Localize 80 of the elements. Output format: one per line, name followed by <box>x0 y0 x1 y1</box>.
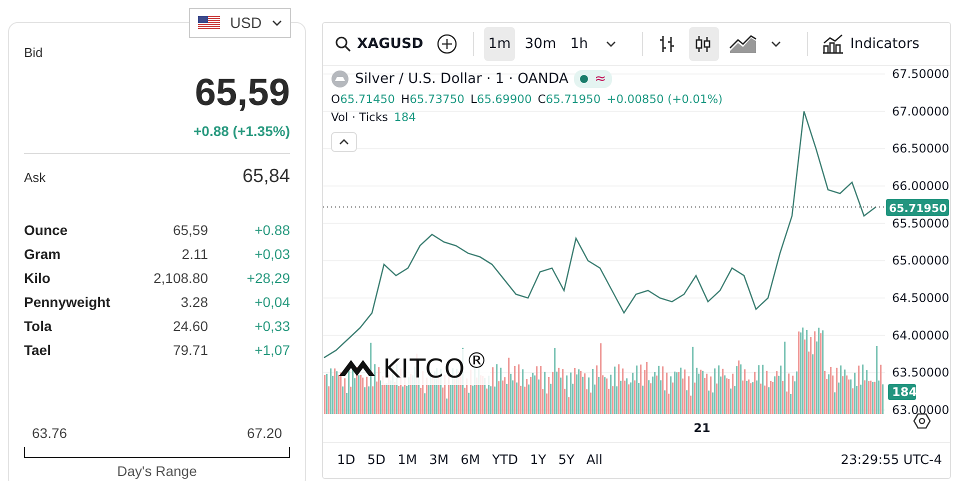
range-label: Day's Range <box>116 462 198 480</box>
unit-change: +0,03 <box>254 246 290 262</box>
chart-style-button[interactable] <box>689 27 720 61</box>
range-button[interactable]: 6M <box>456 451 484 470</box>
range-button[interactable]: YTD <box>488 451 522 470</box>
unit-change: +28,29 <box>246 270 290 286</box>
range-button[interactable]: 1Y <box>526 451 550 470</box>
status-symbol: ≈ <box>594 71 606 87</box>
axis-label: 21 <box>694 421 710 435</box>
range-low: 63.76 <box>32 425 68 441</box>
range-button[interactable]: 5D <box>363 451 390 470</box>
area-chart-icon <box>729 34 758 54</box>
unit-name: Tael <box>24 342 52 358</box>
unit-price: 2,108.80 <box>152 270 208 286</box>
range-button[interactable]: 1D <box>333 451 360 470</box>
indicators-icon <box>822 34 844 54</box>
symbol-search[interactable]: XAGUSD <box>331 27 428 61</box>
ask-label: Ask <box>24 170 46 184</box>
caret-icon <box>606 41 616 47</box>
unit-price: 79.71 <box>172 342 208 358</box>
axis-label: 64.50000 <box>892 291 950 305</box>
chevron-up-icon <box>339 139 349 145</box>
interval-button[interactable]: 1h <box>566 27 596 61</box>
unit-name: Tola <box>24 318 53 334</box>
axis-label: 64.00000 <box>892 328 950 342</box>
currency-dropdown[interactable]: USD <box>189 8 291 38</box>
caret-icon <box>272 20 282 26</box>
axis-label: 63.00000 <box>892 403 950 417</box>
flag-icon <box>198 16 220 30</box>
interval-button[interactable]: 1m <box>484 27 515 61</box>
axis-label: 67.50000 <box>892 67 950 81</box>
range-button[interactable]: 3M <box>425 451 453 470</box>
unit-change: +0.88 <box>254 222 290 238</box>
interval-button[interactable]: 30m <box>520 27 560 61</box>
settings-icon[interactable] <box>913 413 931 429</box>
unit-name: Gram <box>24 246 62 262</box>
range-button[interactable]: 1M <box>394 451 422 470</box>
unit-price: 3.28 <box>180 294 208 310</box>
range-button[interactable]: 5Y <box>554 451 578 470</box>
coin-icon <box>331 70 349 88</box>
ask-price: 65,84 <box>242 166 290 188</box>
collapse-button[interactable] <box>331 132 357 152</box>
search-icon <box>335 36 351 52</box>
indicators-button[interactable]: Indicators <box>818 27 924 61</box>
price-change: +0.88 (+1.35%) <box>193 123 290 139</box>
volume-value: 184 <box>394 110 416 124</box>
unit-change: +1,07 <box>254 342 290 358</box>
unit-change: +0,33 <box>254 318 290 334</box>
volume-badge: 184 <box>888 384 918 400</box>
axis-label: 66.00000 <box>892 179 950 193</box>
unit-name: Ounce <box>24 222 69 238</box>
ohlc-value: H65.73750 <box>400 92 464 106</box>
axis-label: 67.00000 <box>892 104 950 118</box>
price-badge: 65.71950 <box>886 198 949 216</box>
caret-icon <box>771 41 782 47</box>
bid-price: 65,59 <box>194 72 290 115</box>
bid-label: Bid <box>24 45 44 60</box>
unit-price: 65,59 <box>172 222 208 238</box>
status-dot-icon <box>580 75 588 83</box>
unit-change: +0,04 <box>254 294 290 310</box>
bar-change: +0.00850 (+0.01%) <box>606 92 723 106</box>
axis-label: 63.50000 <box>892 366 950 380</box>
axis-label: 65.50000 <box>892 216 950 230</box>
axis-label: 65.00000 <box>892 254 950 268</box>
unit-price: 24.60 <box>172 318 208 334</box>
plus-circle-icon <box>437 34 458 54</box>
ohlc-value: C65.71950 <box>538 92 601 106</box>
ohlc-value: L65.69900 <box>470 92 532 106</box>
unit-name: Kilo <box>24 270 52 286</box>
ohlc-value: O65.71450 <box>331 92 395 106</box>
range-button[interactable]: All <box>582 451 607 470</box>
axis-label: 66.50000 <box>892 142 950 156</box>
kitco-logo: KITCO$^{®}$ <box>381 349 490 385</box>
unit-name: Pennyweight <box>24 294 112 310</box>
unit-price: 2.11 <box>180 246 208 262</box>
symbol-title: Silver / U.S. Dollar · 1 · OANDA <box>355 71 568 87</box>
ref-line-label: 65.71950 <box>889 202 948 215</box>
volume-label: Vol · Ticks <box>331 110 388 124</box>
clock: 23:29:55 UTC-4 <box>840 453 942 468</box>
range-high: 67.20 <box>246 425 282 441</box>
